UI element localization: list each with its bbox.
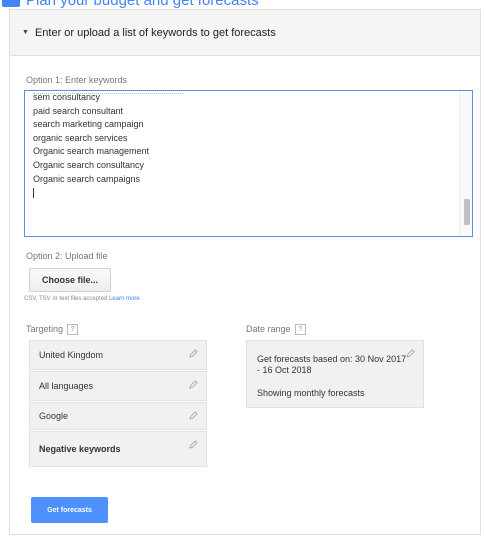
targeting-location-label: United Kingdom — [39, 350, 104, 360]
budget-icon — [2, 0, 20, 7]
get-forecasts-button[interactable]: Get forecasts — [31, 497, 108, 523]
targeting-language-label: All languages — [39, 381, 94, 391]
date-range-label: Date range? — [246, 324, 306, 336]
keyword-line: sem consultancy — [33, 92, 101, 102]
help-icon[interactable]: ? — [67, 324, 79, 336]
page: Plan your budget and get forecasts ▼ Ent… — [0, 0, 486, 538]
forecast-frequency-text: Showing monthly forecasts — [257, 388, 365, 398]
targeting-network-label: Google — [39, 411, 69, 421]
section-title: Enter or upload a list of keywords to ge… — [34, 26, 276, 39]
option1-label: Option 1: Enter keywords — [26, 75, 128, 85]
date-range-text: Get forecasts based on: 30 Nov 2017 - 16… — [257, 354, 407, 375]
text-cursor — [33, 188, 34, 199]
page-header: Plan your budget and get forecasts — [0, 0, 259, 9]
help-icon[interactable]: ? — [294, 324, 306, 336]
pencil-icon[interactable] — [189, 380, 198, 389]
keyword-line: paid search consultant — [33, 105, 124, 116]
pencil-icon[interactable] — [189, 440, 198, 449]
keyword-line: Organic search management — [33, 146, 150, 157]
keyword-line: Organic search consultancy — [33, 159, 145, 170]
keyword-list: sem consultancy paid search consultant s… — [33, 91, 150, 199]
scrollbar-thumb[interactable] — [464, 199, 470, 225]
date-range-title: Date range — [246, 324, 291, 334]
keywords-textarea[interactable]: sem consultancy paid search consultant s… — [24, 90, 473, 237]
targeting-network[interactable]: Google — [29, 402, 207, 430]
keyword-line: Organic search campaigns — [33, 173, 141, 184]
option2-label: Option 2: Upload file — [26, 251, 108, 261]
targeting-negative-keywords[interactable]: Negative keywords — [29, 431, 207, 467]
caret-down-icon: ▼ — [22, 29, 29, 36]
pencil-icon[interactable] — [189, 411, 198, 420]
targeting-label: Targeting? — [26, 324, 79, 336]
page-title: Plan your budget and get forecasts — [26, 0, 259, 9]
learn-more-link[interactable]: Learn more — [109, 296, 140, 302]
targeting-negative-keywords-label: Negative keywords — [39, 444, 121, 454]
section-toggle[interactable]: ▼ Enter or upload a list of keywords to … — [10, 10, 480, 56]
keyword-line: organic search services — [33, 132, 128, 143]
pencil-icon[interactable] — [189, 349, 198, 358]
targeting-title: Targeting — [26, 324, 64, 334]
pencil-icon[interactable] — [406, 349, 415, 358]
file-hint-text: CSV, TSV or text files accepted — [24, 296, 108, 302]
date-range-tile[interactable]: Get forecasts based on: 30 Nov 2017 - 16… — [246, 340, 424, 408]
file-hint: CSV, TSV or text files accepted Learn mo… — [24, 296, 140, 302]
choose-file-button[interactable]: Choose file... — [29, 268, 111, 292]
targeting-location[interactable]: United Kingdom — [29, 340, 207, 370]
keyword-line: search marketing campaign — [33, 119, 144, 130]
targeting-language[interactable]: All languages — [29, 371, 207, 401]
